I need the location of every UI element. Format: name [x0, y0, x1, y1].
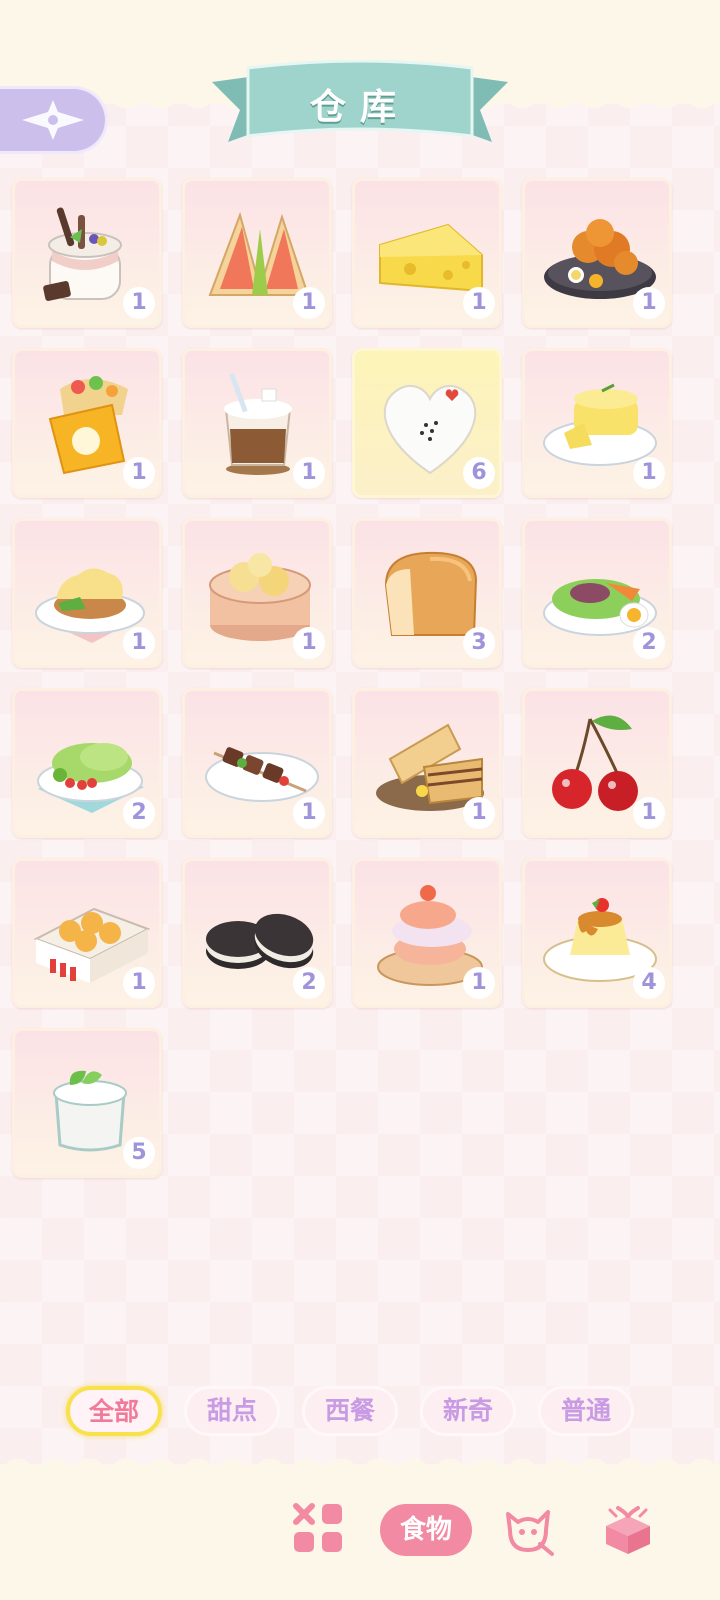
item-slot-selected[interactable]: 6: [352, 348, 502, 498]
item-slot[interactable]: 1: [352, 178, 502, 328]
nav-grid-button[interactable]: [290, 1500, 346, 1556]
item-slot[interactable]: 3: [352, 518, 502, 668]
item-slot[interactable]: 1: [12, 178, 162, 328]
nav-food-button[interactable]: 食物: [380, 1504, 472, 1556]
item-slot[interactable]: 1: [182, 518, 332, 668]
item-count: 2: [293, 967, 325, 999]
item-count: 1: [293, 287, 325, 319]
item-slot[interactable]: 1: [182, 178, 332, 328]
item-slot[interactable]: 2: [12, 688, 162, 838]
item-count: 1: [633, 287, 665, 319]
item-count: 3: [463, 627, 495, 659]
item-count: 1: [123, 457, 155, 489]
item-slot[interactable]: 1: [352, 858, 502, 1008]
item-count: 1: [123, 627, 155, 659]
item-count: 1: [123, 967, 155, 999]
item-slot[interactable]: 4: [522, 858, 672, 1008]
item-count: 5: [123, 1137, 155, 1169]
item-count: 1: [463, 797, 495, 829]
item-slot[interactable]: 1: [522, 688, 672, 838]
back-button[interactable]: [0, 86, 108, 154]
gift-box-icon: [606, 1506, 650, 1554]
item-count: 1: [463, 967, 495, 999]
item-slot[interactable]: 1: [522, 348, 672, 498]
item-count: 1: [293, 627, 325, 659]
item-slot[interactable]: 1: [12, 858, 162, 1008]
item-slot[interactable]: 1: [522, 178, 672, 328]
grid-icon: [293, 1503, 342, 1552]
item-slot[interactable]: 5: [12, 1028, 162, 1178]
title-banner: 仓库: [208, 60, 512, 152]
item-slot[interactable]: 2: [522, 518, 672, 668]
inventory-grid: 1 1 1 1 1 1 6 1 1 1 3 2 2 1 1 1 1 2 1 4 …: [12, 178, 692, 1198]
compass-star-back-icon: [21, 100, 84, 140]
item-slot[interactable]: 1: [182, 348, 332, 498]
item-slot[interactable]: 1: [12, 348, 162, 498]
item-count: 1: [633, 457, 665, 489]
page-title: 仓库: [309, 87, 410, 128]
item-count: 2: [633, 627, 665, 659]
item-count: 1: [293, 797, 325, 829]
item-count: 2: [123, 797, 155, 829]
tab-dessert[interactable]: 甜点: [184, 1386, 280, 1436]
item-slot[interactable]: 1: [352, 688, 502, 838]
item-count: 1: [293, 457, 325, 489]
tab-ordinary[interactable]: 普通: [538, 1386, 634, 1436]
item-count: 1: [123, 287, 155, 319]
item-slot[interactable]: 1: [12, 518, 162, 668]
category-tabs: 全部 甜点 西餐 新奇 普通: [66, 1386, 646, 1438]
nav-gift-button[interactable]: [600, 1500, 656, 1556]
tab-novelty[interactable]: 新奇: [420, 1386, 516, 1436]
item-count: 6: [463, 457, 495, 489]
cat-face-icon: [506, 1510, 554, 1556]
item-count: 4: [633, 967, 665, 999]
item-count: 1: [633, 797, 665, 829]
tab-all[interactable]: 全部: [66, 1386, 162, 1436]
item-slot[interactable]: 2: [182, 858, 332, 1008]
tab-western[interactable]: 西餐: [302, 1386, 398, 1436]
item-slot[interactable]: 1: [182, 688, 332, 838]
item-count: 1: [463, 287, 495, 319]
nav-cat-button[interactable]: [500, 1500, 556, 1556]
